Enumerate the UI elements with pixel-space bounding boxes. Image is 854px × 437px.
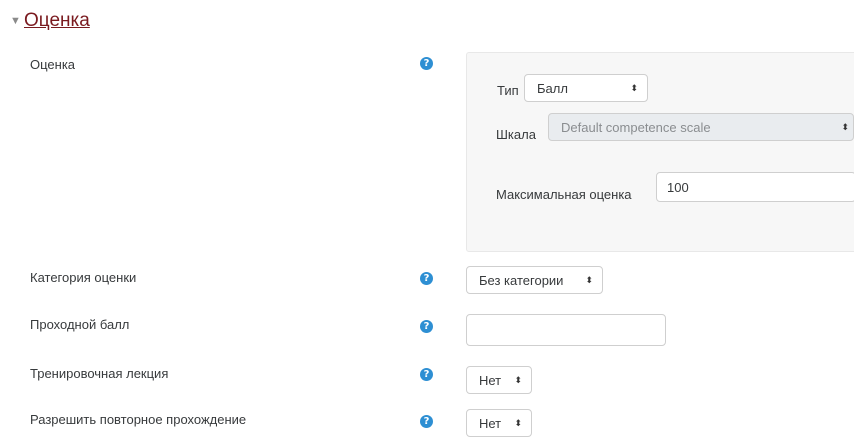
allow-retake-label: Разрешить повторное прохождение [30,412,247,427]
grade-scale-label: Шкала [496,127,536,142]
section-header[interactable]: ▼ Оценка [10,10,90,32]
grade-category-label: Категория оценки [30,270,137,285]
help-icon[interactable]: ? [420,320,433,333]
grade-type-value: Балл [537,80,568,96]
select-arrow-icon: ⬍ [514,417,522,428]
pass-grade-label: Проходной балл [30,317,130,332]
allow-retake-value: Нет [479,415,502,431]
allow-retake-select[interactable]: Нет ⬍ [466,409,532,437]
grade-scale-select[interactable]: Default competence scale ⬍ [548,113,854,141]
help-icon[interactable]: ? [420,368,433,381]
grade-label: Оценка [30,57,76,72]
select-arrow-icon: ⬍ [841,121,849,132]
practice-lesson-select[interactable]: Нет ⬍ [466,366,532,394]
practice-lesson-value: Нет [479,372,502,388]
pass-grade-input[interactable] [466,314,666,346]
select-arrow-icon: ⬍ [630,82,638,93]
help-icon[interactable]: ? [420,415,433,428]
caret-down-icon[interactable]: ▼ [10,15,24,27]
select-arrow-icon: ⬍ [585,274,593,285]
select-arrow-icon: ⬍ [514,374,522,385]
grade-type-label: Тип [497,83,519,98]
grade-category-value: Без категории [479,272,564,288]
section-title[interactable]: Оценка [24,10,90,32]
grade-category-select[interactable]: Без категории ⬍ [466,266,603,294]
max-grade-input[interactable]: 100 [656,172,854,202]
grade-scale-value: Default competence scale [561,119,711,135]
practice-lesson-label: Тренировочная лекция [30,366,169,381]
help-icon[interactable]: ? [420,272,433,285]
grade-type-select[interactable]: Балл ⬍ [524,74,648,102]
max-grade-label: Максимальная оценка [496,187,632,202]
help-icon[interactable]: ? [420,57,433,70]
